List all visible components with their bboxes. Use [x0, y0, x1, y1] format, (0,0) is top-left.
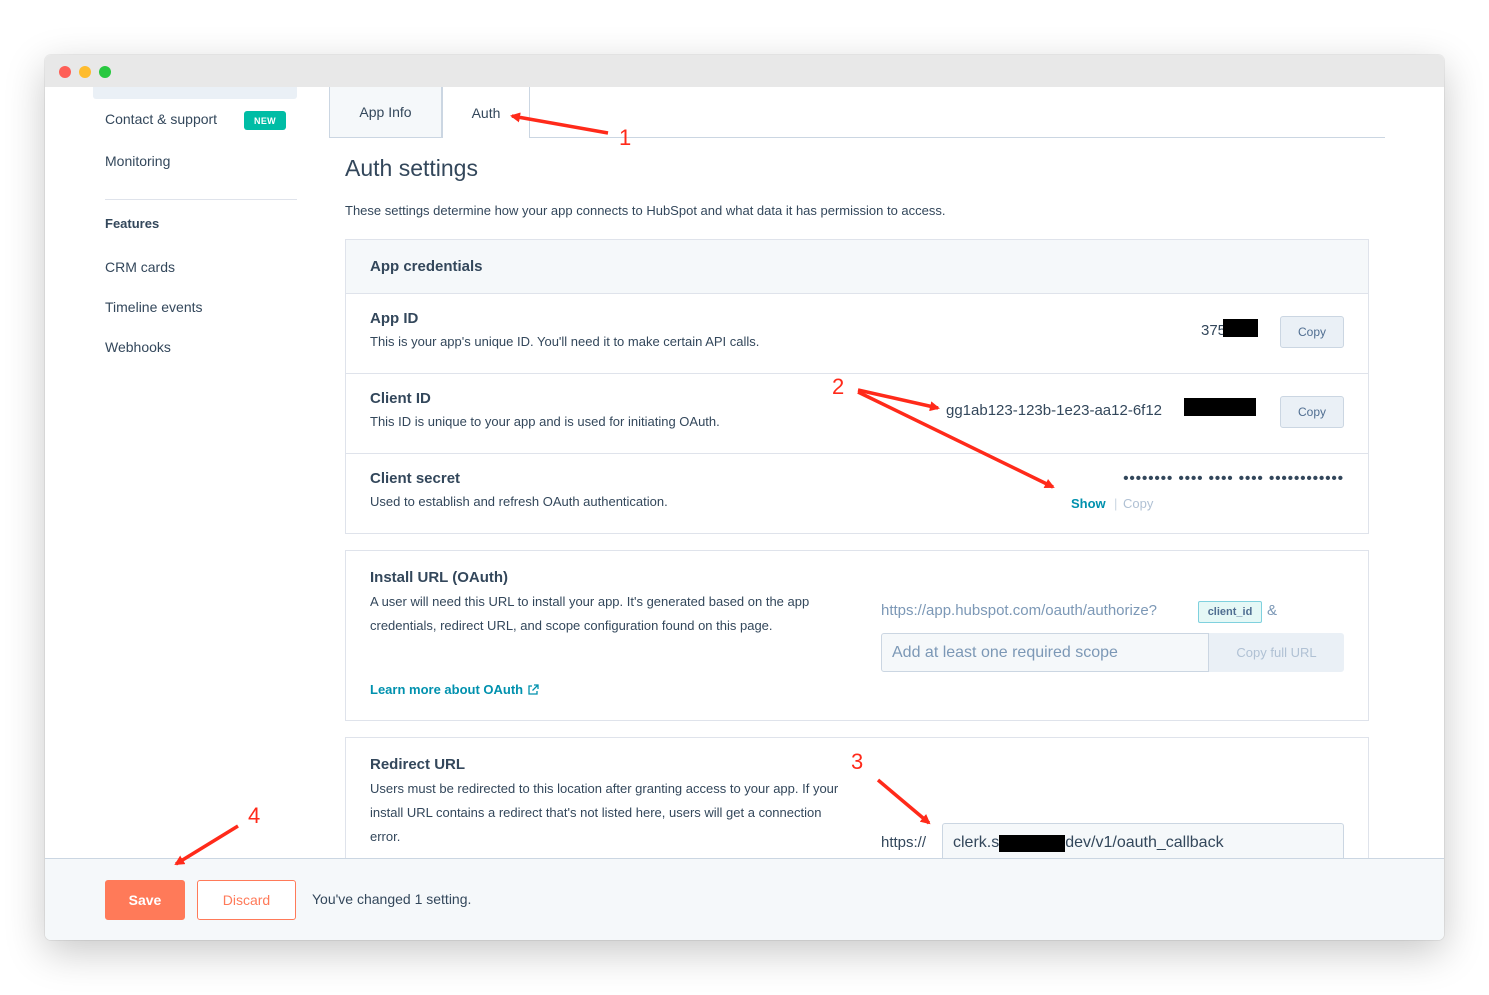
client-secret-description: Used to establish and refresh OAuth auth…: [370, 494, 668, 509]
redirect-url-value-start: clerk.s: [953, 834, 1000, 851]
tab-auth[interactable]: Auth: [442, 87, 530, 138]
redirect-url-description: Users must be redirected to this locatio…: [370, 781, 839, 844]
row-divider: [346, 373, 1368, 374]
sidebar-item-contact-support[interactable]: Contact & support: [105, 111, 217, 127]
maximize-window-button[interactable]: [99, 66, 111, 78]
card-header: App credentials: [346, 240, 1368, 293]
install-url-card: Install URL (OAuth) A user will need thi…: [345, 550, 1369, 721]
redirect-scheme-label: https://: [881, 834, 927, 851]
client-id-description: This ID is unique to your app and is use…: [370, 414, 720, 429]
sidebar-item-webhooks[interactable]: Webhooks: [105, 339, 171, 355]
card-title: App credentials: [370, 258, 483, 275]
annotation-label-3: 3: [851, 749, 864, 774]
page-description: These settings determine how your app co…: [345, 203, 946, 218]
redirect-url-value-end: dev/v1/oauth_callback: [1065, 834, 1224, 851]
client-id-value: gg1ab123-123b-1e23-aa12-6f12: [946, 402, 1163, 419]
show-secret-link[interactable]: Show: [1071, 496, 1106, 511]
save-bar: Save Discard You've changed 1 setting.: [45, 858, 1444, 940]
copy-app-id-button[interactable]: Copy: [1280, 316, 1344, 348]
annotation-label-2: 2: [832, 374, 845, 399]
client-secret-label: Client secret: [370, 470, 461, 487]
learn-more-label: Learn more about OAuth: [370, 682, 524, 697]
external-link-icon: [528, 683, 539, 695]
copy-secret-link[interactable]: Copy: [1123, 496, 1153, 511]
redirect-url-title: Redirect URL: [370, 756, 466, 773]
redaction-box: [1184, 398, 1256, 416]
redaction-box: [999, 834, 1066, 852]
sidebar-item-monitoring[interactable]: Monitoring: [105, 153, 170, 169]
client-id-token-chip: client_id: [1198, 601, 1262, 623]
client-id-label: Client ID: [370, 390, 431, 407]
minimize-window-button[interactable]: [79, 66, 91, 78]
copy-client-id-button[interactable]: Copy: [1280, 396, 1344, 428]
row-divider: [346, 293, 1368, 294]
install-url-ampersand: &: [1267, 602, 1278, 619]
sidebar-item-crm-cards[interactable]: CRM cards: [105, 259, 175, 275]
page-title: Auth settings: [345, 155, 478, 181]
tabs-underline: [530, 137, 1385, 138]
sidebar-item-label: Monitoring: [105, 153, 171, 169]
sidebar-divider: [105, 199, 297, 200]
app-id-label: App ID: [370, 310, 419, 327]
link-separator: |: [1114, 496, 1118, 511]
sidebar-section-heading: Features: [105, 216, 160, 231]
app-id-description: This is your app's unique ID. You'll nee…: [370, 334, 760, 349]
sidebar-item-timeline-events[interactable]: Timeline events: [105, 299, 203, 315]
learn-more-oauth-link[interactable]: Learn more about OAuth: [370, 682, 539, 697]
install-url-title: Install URL (OAuth): [370, 569, 509, 586]
app-credentials-card: App credentials App ID This is your app'…: [345, 239, 1369, 534]
tab-app-info[interactable]: App Info: [329, 87, 442, 138]
redaction-box: [1223, 319, 1258, 337]
save-button[interactable]: Save: [105, 880, 185, 920]
annotation-label-1: 1: [619, 125, 632, 150]
scope-url-field[interactable]: Add at least one required scope: [881, 633, 1209, 672]
sidebar-item-label: Contact & support: [105, 111, 218, 127]
row-divider: [346, 453, 1368, 454]
redirect-url-input[interactable]: clerk.s dev/v1/oauth_callback: [942, 823, 1344, 863]
new-badge: NEW: [244, 111, 286, 130]
install-url-prefix: https://app.hubspot.com/oauth/authorize?: [881, 602, 1158, 619]
copy-full-url-button[interactable]: Copy full URL: [1209, 633, 1344, 672]
install-url-description: A user will need this URL to install you…: [370, 594, 810, 633]
changes-message: You've changed 1 setting.: [312, 891, 472, 907]
client-secret-masked-value: •••••••• •••• •••• •••• ••••••••••••: [1123, 470, 1344, 487]
sidebar-selected-item-edge: [93, 87, 297, 99]
close-window-button[interactable]: [59, 66, 71, 78]
annotation-label-4: 4: [248, 803, 261, 828]
discard-button[interactable]: Discard: [197, 880, 296, 920]
window-titlebar: [45, 55, 1444, 87]
